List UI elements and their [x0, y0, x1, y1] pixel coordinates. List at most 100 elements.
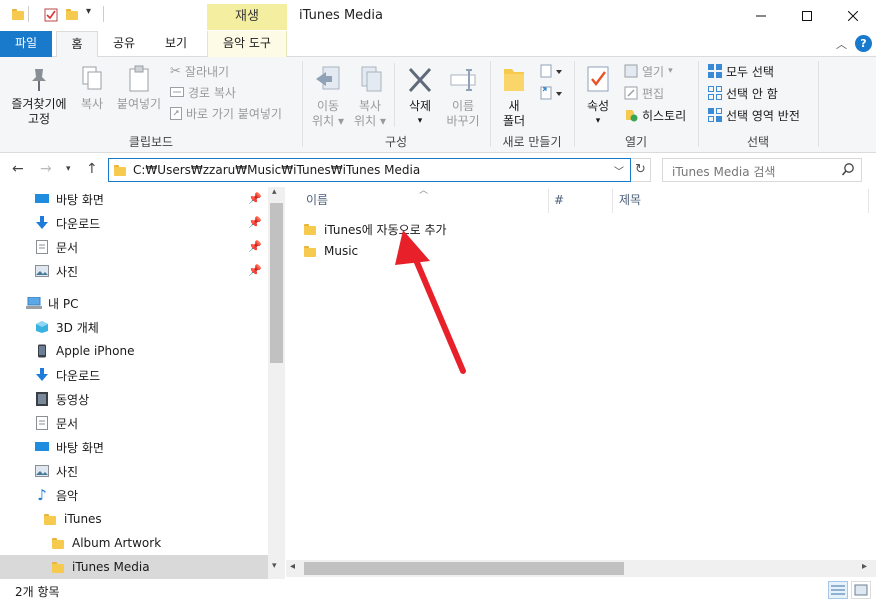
nav-item-itunes[interactable]: iTunes: [0, 507, 268, 531]
pin-icon[interactable]: 📌: [248, 240, 262, 253]
refresh-icon: ↻: [635, 162, 646, 177]
move-to-button[interactable]: 이동 위치 ▾: [308, 65, 348, 129]
back-arrow-icon[interactable]: ←: [12, 161, 24, 177]
nav-item-label: iTunes Media: [72, 560, 150, 574]
easy-access-button[interactable]: [540, 85, 564, 104]
new-item-button[interactable]: [540, 63, 564, 82]
copy-path-button[interactable]: 경로 복사: [170, 82, 236, 102]
up-arrow-icon[interactable]: ↑: [86, 161, 98, 177]
paste-shortcut-button[interactable]: 바로 가기 붙여넣기: [170, 103, 282, 123]
nav-item-desktop[interactable]: 바탕 화면: [0, 435, 268, 459]
address-dropdown-icon[interactable]: ﹀: [614, 163, 624, 178]
nav-item-label: 다운로드: [56, 368, 101, 383]
recent-locations-icon[interactable]: ▾: [66, 164, 71, 174]
ribbon: 즐겨찾기에 고정 복사 붙여넣기 ✂ 잘라내기 경로 복사 바로 가기 붙여넣기…: [0, 57, 876, 153]
horizontal-scrollbar[interactable]: ◂ ▸: [286, 560, 876, 577]
cut-button[interactable]: ✂ 잘라내기: [170, 61, 229, 81]
large-icons-view-button[interactable]: [851, 581, 871, 599]
pin-icon: [32, 69, 46, 91]
organize-divider: [394, 63, 395, 127]
folder-icon: [114, 164, 126, 179]
history-label: 히스토리: [642, 108, 687, 123]
navigation-pane: 바탕 화면 📌 다운로드 📌 문서 📌 사진 📌 내 PC 3D 개체 Appl…: [0, 187, 285, 579]
close-button[interactable]: [830, 0, 876, 31]
nav-pane-scrollbar[interactable]: ▴ ▾: [268, 187, 285, 579]
tab-share[interactable]: 공유: [102, 31, 146, 57]
tab-home[interactable]: 홈: [56, 31, 98, 58]
scrollbar-thumb[interactable]: [270, 203, 283, 363]
tab-view[interactable]: 보기: [152, 31, 200, 57]
pin-quick-access-button[interactable]: 즐겨찾기에 고정: [6, 65, 72, 127]
nav-item-album-artwork[interactable]: Album Artwork: [0, 531, 268, 555]
organize-group-label: 구성: [384, 135, 408, 149]
select-group-label: 선택: [746, 135, 770, 149]
paste-button[interactable]: 붙여넣기: [112, 65, 166, 112]
copy-button[interactable]: 복사: [74, 65, 110, 112]
minimize-button[interactable]: [738, 0, 784, 31]
help-icon[interactable]: ?: [855, 35, 872, 52]
search-input[interactable]: iTunes Media 검색: [662, 158, 862, 182]
copy-to-label-line1: 복사: [358, 99, 382, 113]
collapse-ribbon-icon[interactable]: ︿: [836, 36, 847, 52]
refresh-button[interactable]: ↻: [631, 158, 651, 182]
column-header-track-number[interactable]: #: [554, 187, 564, 213]
new-group-label: 새로 만들기: [502, 135, 562, 149]
paste-shortcut-label: 바로 가기 붙여넣기: [186, 106, 282, 121]
new-folder-button[interactable]: 새 폴더: [496, 65, 532, 129]
column-header-name[interactable]: 이름: [306, 187, 328, 213]
nav-item-label: 문서: [56, 240, 79, 255]
pin-icon[interactable]: 📌: [248, 216, 262, 229]
nav-item-apple-iphone[interactable]: Apple iPhone: [0, 339, 268, 363]
document-icon: [34, 239, 50, 255]
column-divider[interactable]: [548, 189, 549, 213]
search-icon[interactable]: [841, 162, 855, 178]
scroll-right-icon[interactable]: ▸: [862, 561, 867, 572]
tab-file[interactable]: 파일: [0, 31, 52, 57]
edit-button[interactable]: 편집: [624, 83, 664, 103]
nav-item-videos[interactable]: 동영상: [0, 387, 268, 411]
qat-dropdown-icon[interactable]: ▾: [86, 6, 91, 17]
pin-icon[interactable]: 📌: [248, 264, 262, 277]
column-divider[interactable]: [868, 189, 869, 213]
rename-button[interactable]: 이름 바꾸기: [442, 65, 484, 129]
copy-to-button[interactable]: 복사 위치 ▾: [350, 65, 390, 129]
properties-check-icon[interactable]: [44, 8, 58, 22]
pin-icon[interactable]: 📌: [248, 192, 262, 205]
move-to-label-line1: 이동: [316, 99, 340, 113]
history-button[interactable]: 히스토리: [624, 105, 686, 125]
scroll-up-icon[interactable]: ▴: [272, 187, 277, 197]
column-header-title[interactable]: 제목: [619, 187, 641, 213]
forward-arrow-icon[interactable]: →: [40, 161, 52, 177]
details-view-button[interactable]: [828, 581, 848, 599]
scroll-down-icon[interactable]: ▾: [272, 561, 277, 571]
nav-item-pictures[interactable]: 사진: [0, 459, 268, 483]
scrollbar-thumb[interactable]: [304, 562, 624, 575]
tab-music-tools[interactable]: 음악 도구: [207, 31, 287, 57]
nav-item-documents-quick[interactable]: 문서 📌: [0, 235, 268, 259]
scroll-left-icon[interactable]: ◂: [290, 561, 295, 572]
select-all-button[interactable]: 모두 선택: [708, 61, 774, 81]
delete-button[interactable]: 삭제 ▾: [400, 65, 440, 129]
open-button[interactable]: 열기 ▾: [624, 61, 673, 81]
column-divider[interactable]: [612, 189, 613, 213]
qat-divider: [28, 6, 29, 22]
select-none-button[interactable]: 선택 안 함: [708, 83, 778, 103]
nav-item-music[interactable]: ♪ 음악: [0, 483, 268, 507]
nav-item-this-pc[interactable]: 내 PC: [0, 291, 268, 315]
nav-item-downloads[interactable]: 다운로드: [0, 363, 268, 387]
nav-item-desktop-quick[interactable]: 바탕 화면 📌: [0, 187, 268, 211]
details-view-icon: [831, 585, 845, 595]
new-folder-qat-icon[interactable]: [66, 8, 80, 22]
nav-item-documents[interactable]: 문서: [0, 411, 268, 435]
invert-selection-button[interactable]: 선택 영역 반전: [708, 105, 800, 125]
nav-item-label: 음악: [56, 488, 79, 503]
nav-item-itunes-media[interactable]: iTunes Media: [0, 555, 268, 579]
nav-item-downloads-quick[interactable]: 다운로드 📌: [0, 211, 268, 235]
new-folder-label-line1: 새: [508, 99, 520, 113]
maximize-button[interactable]: [784, 0, 830, 31]
address-bar[interactable]: C:₩Users₩zzaru₩Music₩iTunes₩iTunes Media…: [108, 158, 631, 182]
nav-item-3d-objects[interactable]: 3D 개체: [0, 315, 268, 339]
nav-item-pictures-quick[interactable]: 사진 📌: [0, 259, 268, 283]
list-item-music[interactable]: Music: [304, 240, 358, 262]
properties-button[interactable]: 속성 ▾: [580, 65, 616, 129]
